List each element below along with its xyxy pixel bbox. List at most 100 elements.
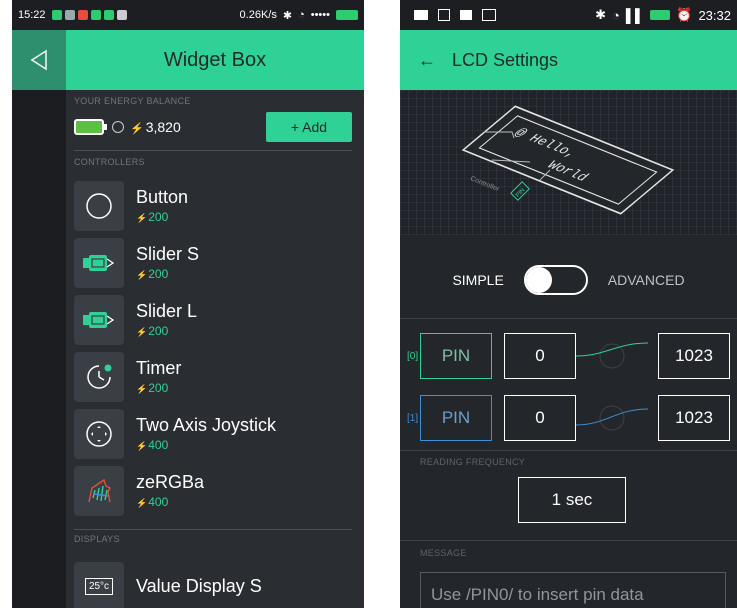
battery-icon [650, 10, 671, 20]
pin-row-1: [1] PIN 0 1023 [407, 395, 730, 441]
message-label: MESSAGE [420, 548, 467, 558]
reading-frequency-label: READING FREQUENCY [420, 457, 526, 467]
widget-name: Two Axis Joystick [136, 415, 277, 435]
pin-0-max-input[interactable]: 1023 [658, 333, 730, 379]
network-speed: 0.26K/s [239, 9, 277, 21]
pin-index: [1] [407, 412, 419, 424]
pin-row-0: [0] PIN 0 1023 [407, 333, 730, 379]
divider [74, 529, 352, 530]
notification-icon [64, 10, 75, 20]
widget-slider-l[interactable]: Slider L ⚡200 [74, 291, 352, 348]
divider [400, 540, 737, 541]
message-input[interactable] [420, 572, 726, 608]
energy-battery-icon [74, 119, 107, 135]
widget-timer[interactable]: Timer ⚡200 [74, 348, 352, 405]
pin-label: PIN [441, 408, 471, 427]
zebra-widget-icon [74, 465, 124, 516]
widget-box-header: Widget Box [12, 30, 364, 90]
notification-icon [90, 10, 101, 20]
widget-price: ⚡200 [136, 210, 169, 224]
lcd-illustration: @ Hello, World Controller PIN [461, 105, 675, 215]
pin-0-min-input[interactable]: 0 [504, 333, 576, 379]
mode-toggle[interactable] [523, 265, 588, 295]
pin-label: PIN [441, 346, 471, 365]
back-triangle-icon [30, 49, 47, 71]
energy-row: ⚡ 3,820 + Add [74, 112, 352, 142]
page-title: Widget Box [66, 30, 364, 90]
wifi-icon: ◔ [611, 7, 620, 23]
widget-price: ⚡400 [136, 495, 169, 509]
value-display-icon: 25°c [74, 561, 124, 608]
widget-button[interactable]: Button ⚡200 [74, 177, 352, 234]
toggle-knob [525, 267, 552, 293]
page-title: LCD Settings [452, 49, 559, 70]
signal-icon: ▌▌ [625, 7, 645, 23]
lcd-preview: @ Hello, World Controller PIN [400, 90, 737, 235]
divider [74, 150, 352, 151]
lcd-settings-screen: ✱ ◔ ▌▌ ⏰ 23:32 ← LCD Settings @ Hello, W… [400, 0, 737, 608]
pin-selector-1[interactable]: [1] PIN [407, 395, 492, 441]
widget-name: Value Display S [136, 576, 262, 596]
pin-selector-0[interactable]: [0] PIN [407, 333, 492, 379]
energy-balance-label: YOUR ENERGY BALANCE [74, 96, 191, 106]
widget-price: ⚡200 [136, 267, 169, 281]
pin-1-mapping-curve [576, 405, 648, 431]
pin-0-mapping-curve [576, 342, 648, 369]
status-bar: ✱ ◔ ▌▌ ⏰ 23:32 [400, 0, 737, 30]
notification-icon [103, 10, 114, 20]
displays-label: DISPLAYS [74, 534, 120, 544]
widget-value-display-s[interactable]: 25°c Value Display S [74, 558, 352, 608]
clipboard-icon [438, 9, 450, 21]
energy-value: ⚡ 3,820 [130, 119, 181, 135]
pin-1-max-input[interactable]: 1023 [658, 395, 730, 441]
simple-mode-label: SIMPLE [452, 272, 504, 288]
pin-index: [0] [407, 350, 419, 362]
status-time: 23:32 [698, 7, 731, 23]
widget-box-screen: 15:22 0.26K/s ✱ ◔ ••••• Widget Box YOUR … [12, 0, 364, 608]
lcd-controller-label: Controller [469, 175, 500, 193]
widget-name: Button [136, 187, 189, 207]
signal-icon: ••••• [310, 9, 330, 21]
widget-zergba[interactable]: zeRGBa ⚡400 [74, 462, 352, 519]
button-widget-icon [74, 180, 124, 231]
alarm-icon: ⏰ [676, 7, 693, 22]
side-gutter [12, 90, 66, 608]
reading-frequency-select[interactable]: 1 sec [518, 477, 626, 523]
add-energy-button[interactable]: + Add [266, 112, 352, 142]
chat-icon [460, 10, 472, 20]
divider [400, 450, 737, 451]
back-button[interactable] [12, 30, 66, 90]
divider [400, 318, 737, 319]
message-icon [414, 10, 428, 20]
widget-price: ⚡200 [136, 381, 169, 395]
notification-icon [116, 10, 127, 20]
calendar-icon [482, 9, 496, 21]
wifi-icon: ◔ [298, 9, 305, 21]
advanced-mode-label: ADVANCED [607, 272, 685, 288]
notification-icon [51, 10, 62, 20]
widget-list: YOUR ENERGY BALANCE ⚡ 3,820 + Add CONTROL… [66, 90, 364, 608]
widget-price: ⚡400 [136, 438, 169, 452]
joystick-widget-icon [74, 408, 124, 459]
energy-coin-icon [112, 121, 124, 133]
widget-name: Timer [136, 358, 182, 378]
back-arrow-icon[interactable]: ← [418, 50, 436, 71]
widget-price: ⚡200 [136, 324, 169, 338]
widget-name: Slider S [136, 244, 200, 264]
status-time: 15:22 [18, 9, 46, 21]
pin-1-min-input[interactable]: 0 [504, 395, 576, 441]
mode-row: SIMPLE ADVANCED [400, 265, 737, 295]
notification-icon [77, 10, 88, 20]
widget-slider-s[interactable]: Slider S ⚡200 [74, 234, 352, 291]
widget-name: zeRGBa [136, 472, 205, 492]
widget-name: Slider L [136, 301, 198, 321]
bluetooth-icon: ✱ [282, 9, 293, 22]
battery-icon [336, 10, 358, 20]
lcd-pin-label: PIN [515, 187, 526, 198]
lcd-settings-header: ← LCD Settings [400, 30, 737, 90]
slider-widget-icon [74, 237, 124, 288]
status-bar: 15:22 0.26K/s ✱ ◔ ••••• [12, 0, 364, 30]
widget-joystick[interactable]: Two Axis Joystick ⚡400 [74, 405, 352, 462]
controllers-label: CONTROLLERS [74, 157, 145, 167]
timer-widget-icon [74, 351, 124, 402]
